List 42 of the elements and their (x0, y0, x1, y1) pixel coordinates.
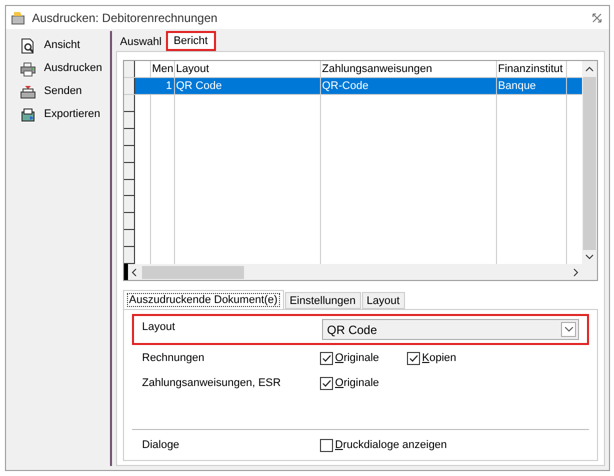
sidebar-item[interactable]: Ansicht (20, 37, 110, 54)
printer-icon (20, 60, 36, 76)
sidebar-item[interactable]: Exportieren (20, 106, 110, 123)
sidebar-item[interactable]: Senden (20, 83, 110, 100)
tab[interactable]: Auszudruckende Dokument(e) (123, 290, 284, 309)
checkbox[interactable]: Druckdialoge anzeigen (320, 436, 447, 454)
table-cell: 1 (151, 78, 175, 94)
column-header[interactable]: Men (151, 61, 175, 77)
tab[interactable]: Bericht (166, 31, 216, 51)
sidebar-item[interactable]: Ausdrucken (20, 60, 110, 77)
column-header[interactable]: Finanzinstitut (497, 61, 567, 77)
row-header[interactable] (124, 61, 135, 77)
field-label: Rechnungen (142, 350, 206, 366)
tab[interactable]: Auswahl (118, 33, 164, 51)
vertical-scrollbar[interactable] (582, 61, 597, 264)
table-cell: Banque (497, 78, 567, 94)
column-header[interactable]: Zahlungsanweisungen (321, 61, 497, 77)
tab[interactable]: Einstellungen (284, 292, 361, 309)
table-cell: QR Code (175, 78, 321, 94)
window-title: Ausdrucken: Debitorenrechnungen (32, 10, 218, 26)
export-icon (20, 106, 36, 122)
close-icon (592, 12, 602, 22)
field-label: Dialoge (142, 438, 180, 453)
horizontal-scrollbar[interactable] (124, 264, 597, 280)
printer-icon (20, 84, 36, 100)
tab[interactable]: Layout (362, 292, 405, 309)
field-label: Layout (142, 320, 176, 336)
field-label: Zahlungsanweisungen, ESR (142, 376, 282, 391)
table-row[interactable]: 1 QR Code QR-Code Banque (124, 78, 582, 95)
caret-icon (561, 322, 576, 337)
check-icon (321, 352, 332, 364)
app-icon (10, 10, 26, 26)
checkbox[interactable]: Originale (320, 374, 380, 392)
checkbox[interactable]: Originale (320, 350, 380, 366)
table-cell: QR-Code (321, 78, 497, 94)
magnifier-page-icon (20, 38, 36, 54)
checkbox[interactable]: Kopien (407, 350, 456, 366)
check-icon (321, 378, 332, 388)
layout-dropdown[interactable]: QR Code (322, 319, 579, 340)
row-header[interactable] (124, 78, 135, 94)
check-icon (408, 352, 420, 364)
column-header[interactable]: Layout (175, 61, 321, 77)
